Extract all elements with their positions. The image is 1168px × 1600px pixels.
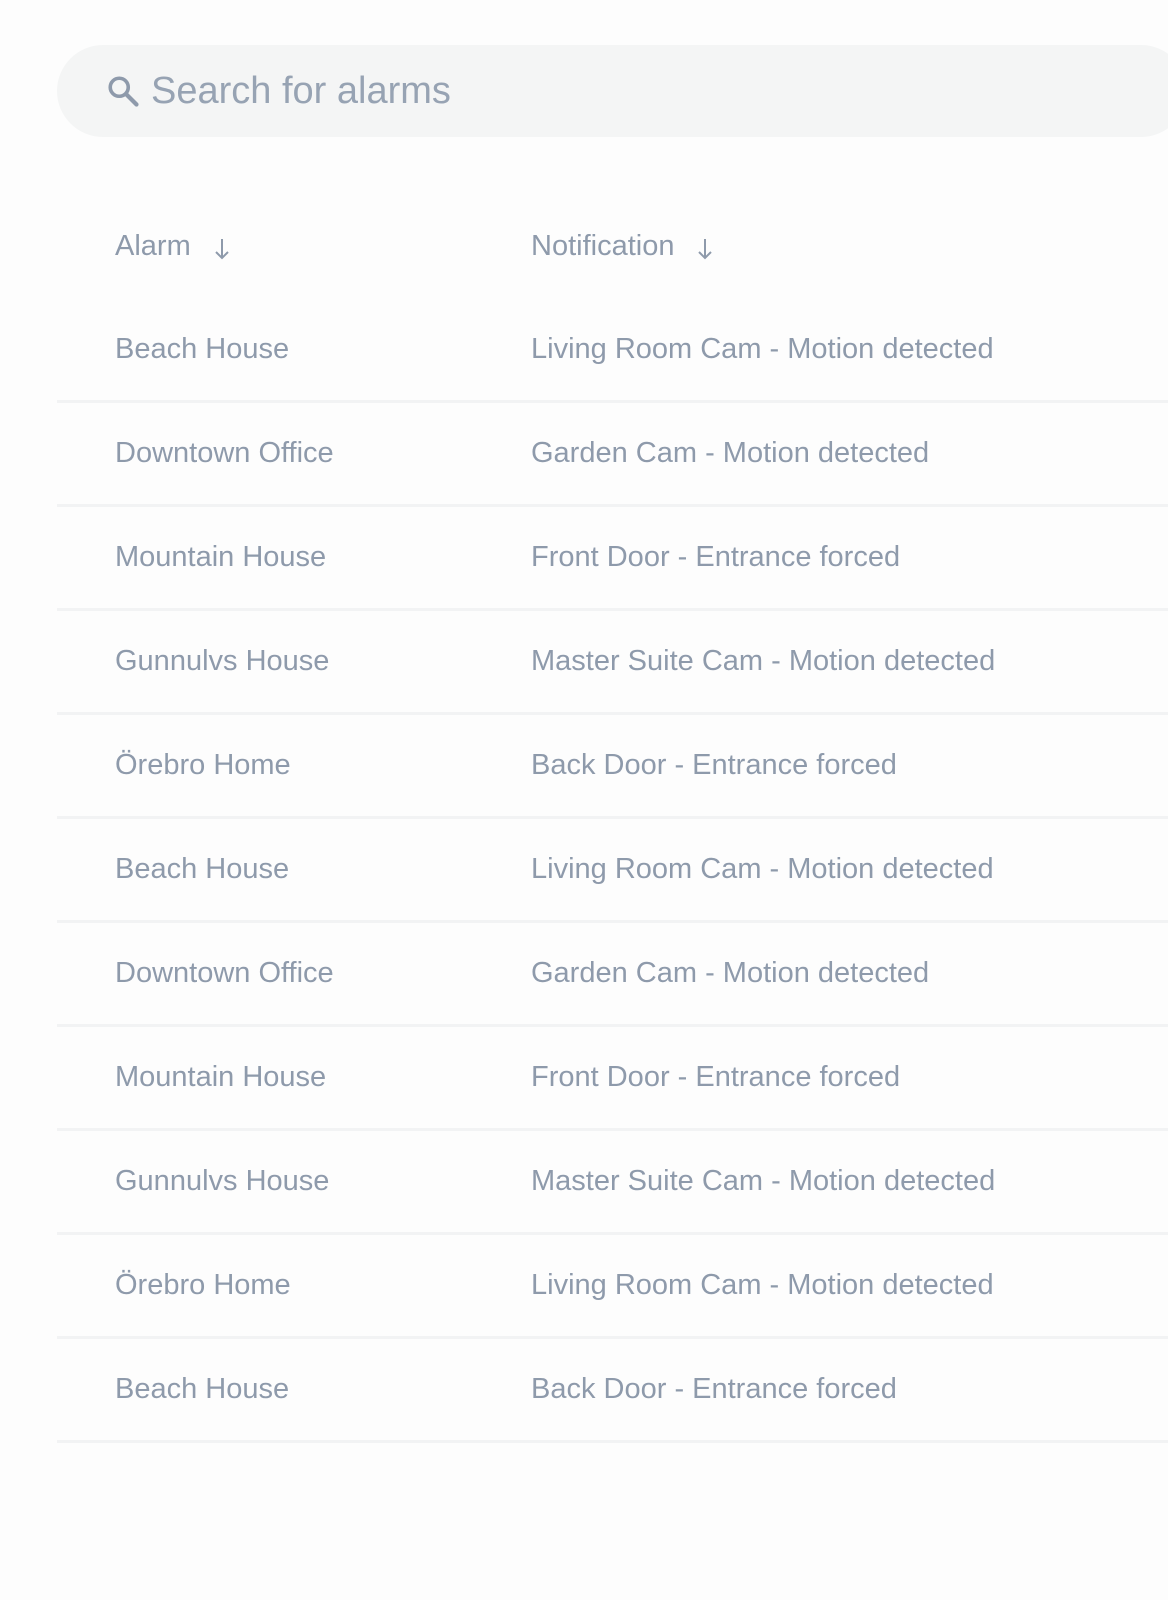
column-header-alarm[interactable]: Alarm bbox=[57, 230, 531, 263]
table-header: Alarm Notification bbox=[57, 193, 1168, 299]
table-row[interactable]: Örebro Home Back Door - Entrance forced bbox=[57, 715, 1168, 819]
search-input[interactable] bbox=[151, 69, 1051, 113]
notification-cell: Master Suite Cam - Motion detected bbox=[531, 645, 996, 677]
search-bar[interactable] bbox=[57, 45, 1168, 137]
notification-cell: Garden Cam - Motion detected bbox=[531, 437, 930, 469]
notification-cell: Front Door - Entrance forced bbox=[531, 1061, 901, 1093]
alarm-cell: Beach House bbox=[115, 333, 290, 365]
alarm-cell: Örebro Home bbox=[115, 1269, 291, 1301]
column-header-label: Notification bbox=[531, 229, 675, 262]
notification-cell: Back Door - Entrance forced bbox=[531, 749, 897, 781]
alarm-cell: Mountain House bbox=[115, 541, 327, 573]
table-row[interactable]: Mountain House Front Door - Entrance for… bbox=[57, 507, 1168, 611]
notification-cell: Garden Cam - Motion detected bbox=[531, 957, 930, 989]
table-row[interactable]: Gunnulvs House Master Suite Cam - Motion… bbox=[57, 1131, 1168, 1235]
search-icon bbox=[103, 71, 143, 111]
notification-cell: Living Room Cam - Motion detected bbox=[531, 1269, 994, 1301]
alarm-cell: Beach House bbox=[115, 1373, 290, 1405]
notification-cell: Living Room Cam - Motion detected bbox=[531, 853, 994, 885]
arrow-down-icon[interactable] bbox=[696, 237, 714, 261]
alarm-cell: Gunnulvs House bbox=[115, 645, 330, 677]
alarm-cell: Gunnulvs House bbox=[115, 1165, 330, 1197]
alarm-cell: Mountain House bbox=[115, 1061, 327, 1093]
alarm-cell: Örebro Home bbox=[115, 749, 291, 781]
column-header-label: Alarm bbox=[115, 229, 191, 262]
column-header-notification[interactable]: Notification bbox=[531, 230, 1168, 263]
notification-cell: Living Room Cam - Motion detected bbox=[531, 333, 994, 365]
alarm-cell: Downtown Office bbox=[115, 957, 334, 989]
alarm-cell: Downtown Office bbox=[115, 437, 334, 469]
notification-cell: Back Door - Entrance forced bbox=[531, 1373, 897, 1405]
table-row[interactable]: Beach House Back Door - Entrance forced bbox=[57, 1339, 1168, 1443]
alarms-table: Alarm Notification Beach House Living Ro… bbox=[57, 193, 1168, 1443]
table-row[interactable]: Beach House Living Room Cam - Motion det… bbox=[57, 819, 1168, 923]
table-row[interactable]: Gunnulvs House Master Suite Cam - Motion… bbox=[57, 611, 1168, 715]
table-row[interactable]: Downtown Office Garden Cam - Motion dete… bbox=[57, 403, 1168, 507]
table-row[interactable]: Mountain House Front Door - Entrance for… bbox=[57, 1027, 1168, 1131]
arrow-down-icon[interactable] bbox=[213, 237, 231, 261]
alarm-cell: Beach House bbox=[115, 853, 290, 885]
table-row[interactable]: Downtown Office Garden Cam - Motion dete… bbox=[57, 923, 1168, 1027]
notification-cell: Master Suite Cam - Motion detected bbox=[531, 1165, 996, 1197]
notification-cell: Front Door - Entrance forced bbox=[531, 541, 901, 573]
table-row[interactable]: Beach House Living Room Cam - Motion det… bbox=[57, 299, 1168, 403]
table-row[interactable]: Örebro Home Living Room Cam - Motion det… bbox=[57, 1235, 1168, 1339]
